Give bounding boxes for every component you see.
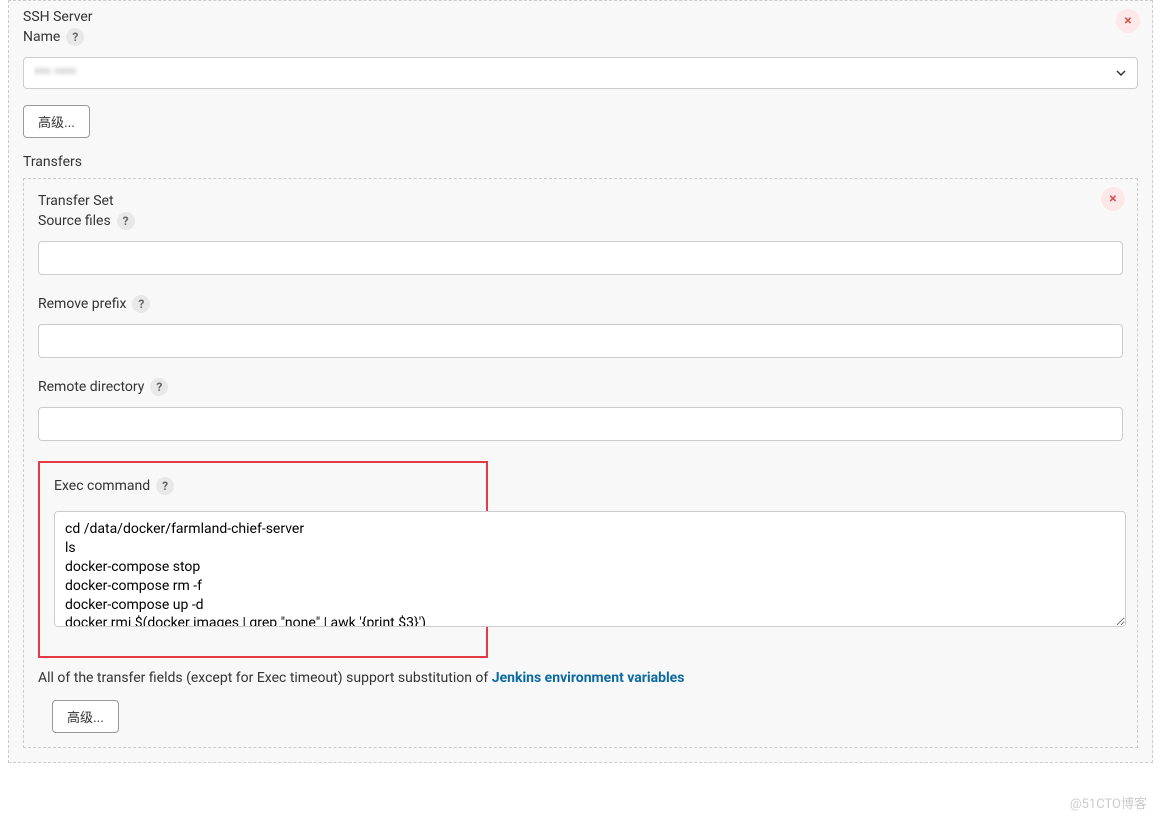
exec-command-label: Exec command	[54, 478, 150, 494]
help-icon[interactable]: ?	[132, 295, 150, 313]
transfer-advanced-button[interactable]: 高级...	[52, 700, 119, 733]
transfers-section: × Transfer Set Source files ? Remove pre…	[23, 178, 1138, 748]
ssh-server-name-label: Name	[23, 29, 60, 45]
jenkins-env-vars-link[interactable]: Jenkins environment variables	[492, 670, 685, 686]
transfers-title: Transfers	[23, 154, 1138, 170]
watermark: @51CTO博客	[1070, 793, 1147, 812]
remote-directory-input[interactable]	[38, 407, 1123, 441]
help-icon[interactable]: ?	[150, 378, 168, 396]
ssh-advanced-button[interactable]: 高级...	[23, 105, 90, 138]
ssh-server-title-text: SSH Server	[23, 9, 93, 25]
exec-command-label-row: Exec command ?	[54, 477, 472, 495]
ssh-server-title: SSH Server	[23, 9, 1138, 25]
source-files-label-row: Source files ?	[38, 212, 1123, 230]
ssh-server-name-select[interactable]: *** ****	[23, 57, 1138, 89]
close-transfer-set-button[interactable]: ×	[1101, 187, 1125, 211]
ssh-server-section: × SSH Server Name ? *** **** 高级... Trans…	[8, 0, 1153, 763]
exec-command-textarea[interactable]	[54, 511, 1126, 627]
exec-command-block: Exec command ?	[38, 461, 488, 658]
source-files-label: Source files	[38, 213, 111, 229]
help-icon[interactable]: ?	[66, 28, 84, 46]
transfer-note: All of the transfer fields (except for E…	[38, 670, 1123, 686]
help-icon[interactable]: ?	[156, 477, 174, 495]
transfer-set-label: Transfer Set	[38, 193, 114, 209]
remove-prefix-input[interactable]	[38, 324, 1123, 358]
transfer-set-label-row: Transfer Set	[38, 193, 1123, 209]
remote-directory-label: Remote directory	[38, 379, 144, 395]
remote-directory-label-row: Remote directory ?	[38, 378, 1123, 396]
close-ssh-server-button[interactable]: ×	[1116, 9, 1140, 33]
source-files-input[interactable]	[38, 241, 1123, 275]
help-icon[interactable]: ?	[117, 212, 135, 230]
transfer-note-text: All of the transfer fields (except for E…	[38, 670, 492, 686]
remove-prefix-label-row: Remove prefix ?	[38, 295, 1123, 313]
ssh-server-name-label-row: Name ?	[23, 28, 1138, 46]
remove-prefix-label: Remove prefix	[38, 296, 126, 312]
